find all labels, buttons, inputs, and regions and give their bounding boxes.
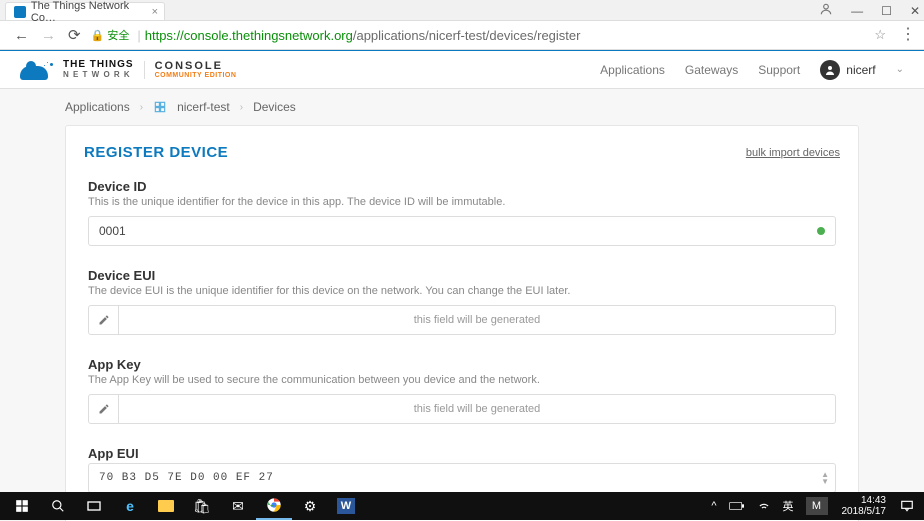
nav-gateways[interactable]: Gateways <box>685 63 738 77</box>
browser-back-icon[interactable]: ← <box>8 27 35 44</box>
chevron-down-icon: ⌄ <box>896 64 904 75</box>
chevron-right-icon: › <box>240 102 243 113</box>
start-icon[interactable] <box>4 492 40 520</box>
browser-tab[interactable]: The Things Network Co… × <box>5 2 165 20</box>
tab-favicon <box>14 6 26 18</box>
device-eui-desc: The device EUI is the unique identifier … <box>88 285 836 297</box>
breadcrumb-devices[interactable]: Devices <box>253 100 296 114</box>
search-icon[interactable] <box>40 492 76 520</box>
address-bar: ← → ⟳ 🔒 安全 | https://console.thethingsne… <box>0 20 924 50</box>
breadcrumb-app[interactable]: nicerf-test <box>177 100 230 114</box>
tab-title: The Things Network Co… <box>31 0 156 24</box>
browser-forward-icon[interactable]: → <box>35 27 62 44</box>
valid-indicator-icon <box>817 227 825 235</box>
ime-indicator[interactable]: 英 <box>777 492 800 520</box>
store-icon[interactable]: 🛍 <box>184 492 220 520</box>
chevron-right-icon: › <box>140 102 143 113</box>
windows-taskbar: e 🛍 ✉ ⚙ W ^ 英 M 14:432018/5/17 <box>0 492 924 520</box>
device-id-label: Device ID <box>88 179 836 194</box>
bookmark-icon[interactable]: ☆ <box>874 27 886 43</box>
app-header: THE THINGS N E T W O R K CONSOLE COMMUNI… <box>0 51 924 89</box>
app-key-placeholder: this field will be generated <box>119 403 835 415</box>
edit-icon[interactable] <box>89 395 119 423</box>
device-eui-placeholder: this field will be generated <box>119 314 835 326</box>
mail-icon[interactable]: ✉ <box>220 492 256 520</box>
settings-icon[interactable]: ⚙ <box>292 492 328 520</box>
user-account-icon[interactable] <box>819 2 833 19</box>
username: nicerf <box>846 63 875 77</box>
avatar <box>820 60 840 80</box>
taskview-icon[interactable] <box>76 492 112 520</box>
chrome-icon[interactable] <box>256 492 292 520</box>
register-device-panel: REGISTER DEVICE bulk import devices Devi… <box>65 125 859 521</box>
app-key-label: App Key <box>88 357 836 372</box>
tray-chevron-icon[interactable]: ^ <box>705 492 722 520</box>
system-clock[interactable]: 14:432018/5/17 <box>834 495 895 517</box>
edit-icon[interactable] <box>89 306 119 334</box>
ttn-logo-icon[interactable] <box>20 60 55 80</box>
select-arrows-icon[interactable]: ▲▼ <box>821 471 829 485</box>
word-icon[interactable]: W <box>328 492 364 520</box>
application-icon <box>153 100 167 114</box>
action-center-icon[interactable] <box>894 492 920 520</box>
app-key-desc: The App Key will be used to secure the c… <box>88 374 836 386</box>
window-close-icon[interactable]: ✕ <box>910 4 920 18</box>
app-eui-label: App EUI <box>88 446 836 461</box>
app-eui-select[interactable] <box>89 464 835 492</box>
nav-support[interactable]: Support <box>758 63 800 77</box>
user-menu[interactable]: nicerf ⌄ <box>820 60 904 80</box>
ime-m[interactable]: M <box>800 492 834 520</box>
bulk-import-link[interactable]: bulk import devices <box>746 147 840 159</box>
device-eui-label: Device EUI <box>88 268 836 283</box>
lock-icon: 🔒 安全 <box>91 27 130 43</box>
tab-close-icon[interactable]: × <box>152 6 158 18</box>
battery-icon[interactable] <box>723 492 751 520</box>
device-id-desc: This is the unique identifier for the de… <box>88 196 836 208</box>
browser-menu-icon[interactable]: ⋮ <box>900 33 916 37</box>
window-minimize-icon[interactable]: — <box>851 4 863 18</box>
window-maximize-icon[interactable]: ☐ <box>881 4 892 18</box>
brand-text: THE THINGS N E T W O R K <box>63 60 134 79</box>
nav-applications[interactable]: Applications <box>600 63 665 77</box>
breadcrumb: Applications › nicerf-test › Devices <box>65 89 859 119</box>
edge-icon[interactable]: e <box>112 492 148 520</box>
breadcrumb-applications[interactable]: Applications <box>65 100 130 114</box>
page-title: REGISTER DEVICE <box>84 144 228 161</box>
browser-reload-icon[interactable]: ⟳ <box>62 26 87 44</box>
console-brand: CONSOLE COMMUNITY EDITION <box>144 61 237 79</box>
url-host[interactable]: https://console.thethingsnetwork.org/app… <box>145 28 581 43</box>
explorer-icon[interactable] <box>148 492 184 520</box>
browser-tab-strip: The Things Network Co… × — ☐ ✕ <box>0 0 924 20</box>
device-id-input[interactable] <box>89 217 835 245</box>
wifi-icon[interactable] <box>751 492 777 520</box>
